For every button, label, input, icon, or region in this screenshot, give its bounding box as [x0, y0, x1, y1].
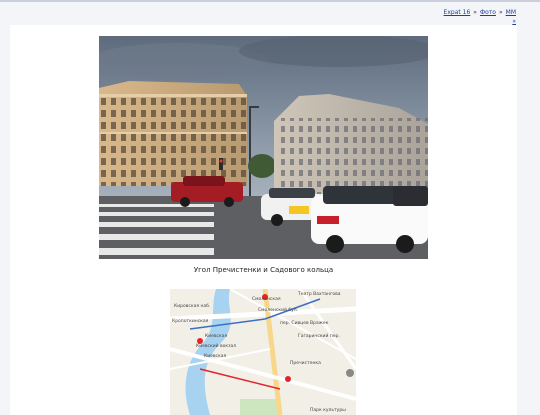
map-label: Пречистенка: [290, 360, 321, 366]
map-label: Кировская наб.: [174, 303, 210, 309]
metro-icon: [285, 376, 291, 382]
breadcrumb-link-photo[interactable]: Фото: [480, 9, 496, 16]
map-label: Киевская: [205, 333, 227, 339]
breadcrumb-link-expat[interactable]: Expat 16: [444, 9, 471, 16]
map-label: Театр Вахтангова: [297, 291, 341, 297]
breadcrumb-separator: »: [473, 9, 477, 16]
breadcrumb-link-mm[interactable]: ММ: [506, 9, 516, 16]
location-map[interactable]: Смоленская Театр Вахтангова Кропоткинска…: [170, 289, 356, 415]
map-help-icon: [346, 369, 354, 377]
map-label: Киевский вокзал: [196, 342, 236, 349]
top-border-line: [0, 0, 540, 2]
map-label: Парк культуры: [310, 407, 346, 413]
map-label: Гагаринский пер.: [298, 332, 340, 339]
location-map-image: Смоленская Театр Вахтангова Кропоткинска…: [170, 289, 356, 415]
street-photo-image: [99, 36, 428, 259]
breadcrumb-separator: »: [498, 9, 503, 16]
breadcrumb: Expat 16» Фото» ММ »: [444, 8, 516, 26]
photo-caption: Угол Пречистенки и Садового кольца: [193, 266, 334, 274]
map-label: Киевская: [204, 353, 226, 359]
street-photo[interactable]: [99, 36, 428, 259]
map-label: пер. Сивцев Вражек: [280, 320, 329, 326]
map-label: Смоленская: [252, 296, 281, 302]
map-label: Кропоткинская: [172, 318, 209, 324]
content-panel: Угол Пречистенки и Садового кольца Смоле…: [10, 25, 517, 415]
map-label: Смоленский бул.: [258, 306, 298, 313]
